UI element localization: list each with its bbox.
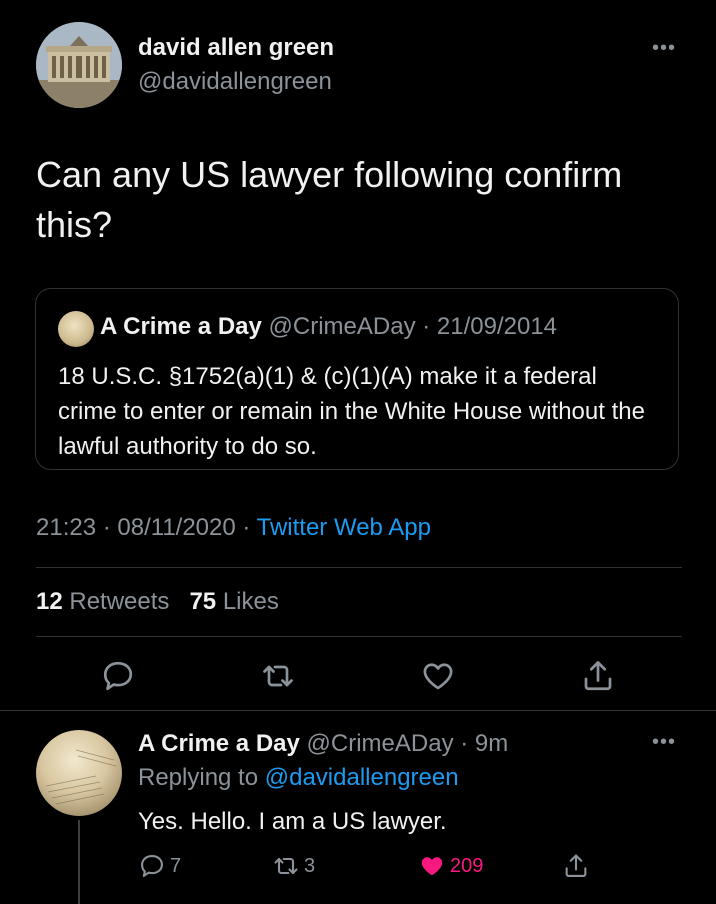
reply-share-button[interactable] bbox=[562, 850, 590, 882]
quoted-text: 18 U.S.C. §1752(a)(1) & (c)(1)(A) make i… bbox=[58, 363, 645, 460]
reply-retweet-button[interactable]: 3 bbox=[272, 850, 315, 882]
like-icon[interactable] bbox=[420, 658, 456, 694]
author-avatar[interactable] bbox=[36, 22, 122, 108]
tweet-timestamp: 21:23 · 08/11/2020 · bbox=[36, 514, 257, 541]
author-name[interactable]: david allen green bbox=[138, 34, 334, 62]
retweet-count: 3 bbox=[304, 854, 316, 877]
quoted-avatar bbox=[58, 311, 94, 347]
quoted-tweet[interactable]: A Crime a Day @CrimeADay · 21/09/2014 18… bbox=[35, 288, 679, 470]
quoted-author-name: A Crime a Day bbox=[100, 313, 262, 340]
author-handle[interactable]: @davidallengreen bbox=[138, 68, 332, 96]
reply-like-button[interactable]: 209 bbox=[418, 850, 483, 882]
retweets-stat[interactable]: 12 Retweets bbox=[36, 588, 169, 615]
reply-more-options-icon[interactable]: ••• bbox=[652, 732, 680, 752]
section-divider bbox=[0, 710, 716, 711]
tweet-metadata: 21:23 · 08/11/2020 · Twitter Web App bbox=[36, 514, 431, 542]
share-icon[interactable] bbox=[580, 658, 616, 694]
quoted-handle-date: @CrimeADay · 21/09/2014 bbox=[268, 313, 558, 340]
reply-icon bbox=[141, 855, 163, 877]
replying-to-link[interactable]: @davidallengreen bbox=[265, 764, 459, 791]
tweet-source-link[interactable]: Twitter Web App bbox=[257, 514, 431, 541]
divider bbox=[36, 636, 682, 637]
like-filled-icon bbox=[421, 857, 443, 876]
retweet-icon[interactable] bbox=[260, 658, 296, 694]
reply-handle-time: @CrimeADay · 9m bbox=[306, 730, 509, 757]
reply-icon[interactable] bbox=[100, 658, 136, 694]
replying-to: Replying to @davidallengreen bbox=[138, 764, 459, 791]
reply-header: A Crime a Day @CrimeADay · 9m bbox=[138, 730, 508, 758]
reply-author-avatar[interactable] bbox=[36, 730, 122, 816]
like-count: 209 bbox=[450, 854, 484, 877]
retweet-icon bbox=[274, 857, 298, 875]
reply-count: 7 bbox=[170, 854, 182, 877]
share-icon bbox=[565, 854, 587, 877]
quoted-header: A Crime a Day @CrimeADay · 21/09/2014 bbox=[100, 313, 557, 341]
tweet-text: Can any US lawyer following confirm this… bbox=[36, 154, 623, 245]
thread-line bbox=[78, 820, 80, 904]
engagement-stats: 12 Retweets 75 Likes bbox=[36, 588, 279, 616]
reply-reply-button[interactable]: 7 bbox=[138, 850, 181, 882]
divider bbox=[36, 567, 682, 568]
likes-stat[interactable]: 75 Likes bbox=[189, 588, 278, 615]
reply-author-name[interactable]: A Crime a Day bbox=[138, 730, 300, 757]
more-options-icon[interactable]: ••• bbox=[652, 38, 680, 58]
reply-text: Yes. Hello. I am a US lawyer. bbox=[138, 808, 447, 835]
